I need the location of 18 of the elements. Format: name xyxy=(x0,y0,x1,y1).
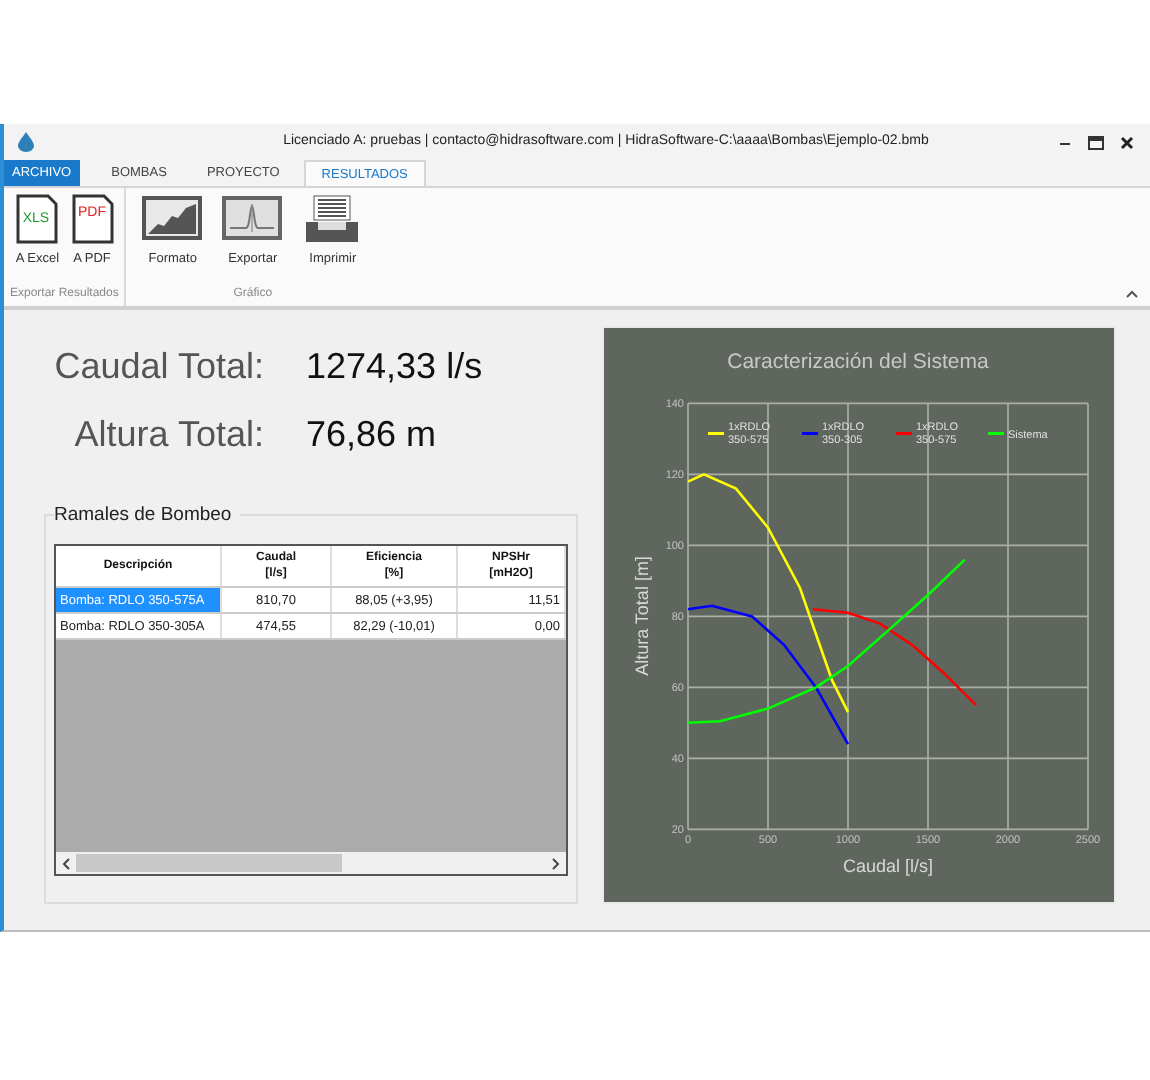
collapse-caret-icon[interactable] xyxy=(1126,290,1138,298)
scrollbar-thumb[interactable] xyxy=(76,854,342,872)
summary-label: Altura Total: xyxy=(72,411,264,457)
scroll-left-icon[interactable] xyxy=(62,857,70,869)
maximize-icon[interactable] xyxy=(1088,135,1104,149)
area-chart-icon xyxy=(142,194,203,244)
summary-label: Caudal Total: xyxy=(52,343,264,389)
chart-title: Caracterización del Sistema xyxy=(727,350,989,374)
y-axis-label: Altura Total [m] xyxy=(632,556,652,676)
x-axis-label: Caudal [l/s] xyxy=(842,856,934,876)
drop-icon xyxy=(18,132,34,152)
horizontal-scrollbar[interactable] xyxy=(56,852,566,874)
printer-icon xyxy=(302,194,363,244)
scroll-right-icon[interactable] xyxy=(552,857,560,869)
summary-value: 1274,33 l/s xyxy=(306,343,483,389)
close-icon[interactable] xyxy=(1120,135,1134,149)
summary-value: 76,86 m xyxy=(306,411,437,457)
bell-curve-chart-icon xyxy=(222,194,283,244)
